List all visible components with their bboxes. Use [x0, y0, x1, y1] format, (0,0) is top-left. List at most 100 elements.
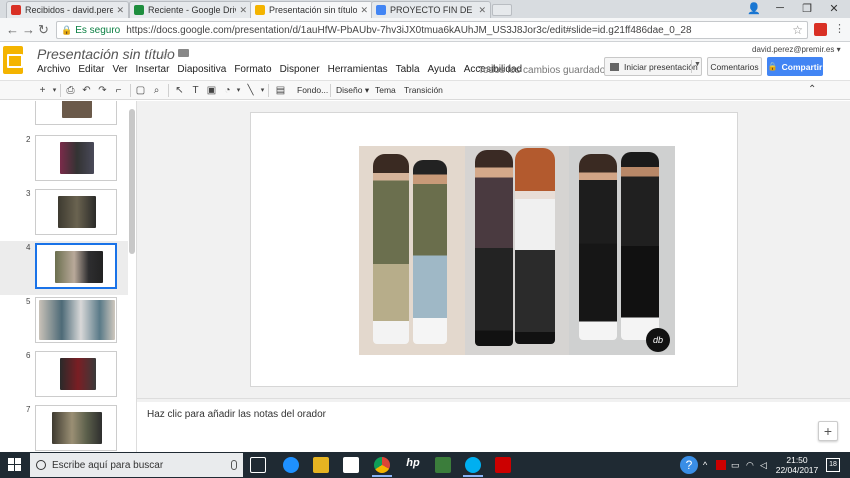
- figure: [373, 154, 409, 344]
- figure: [413, 160, 447, 344]
- figure: [475, 150, 513, 346]
- slide-thumbnail-selected[interactable]: [35, 243, 117, 289]
- menu-archivo[interactable]: Archivo: [33, 64, 74, 75]
- bookmark-star-icon[interactable]: ☆: [792, 23, 803, 37]
- close-icon[interactable]: ✕: [116, 5, 124, 16]
- speaker-notes-placeholder[interactable]: Haz clic para añadir las notas del orado…: [147, 409, 326, 420]
- back-icon[interactable]: ←: [6, 22, 19, 37]
- battery-icon[interactable]: ▭: [731, 460, 740, 471]
- extension-icon[interactable]: [814, 23, 827, 36]
- volume-icon[interactable]: ◁: [760, 460, 767, 471]
- present-label: Iniciar presentación: [624, 61, 698, 72]
- slide-filmstrip[interactable]: 2 3 4 5 6 7: [0, 101, 137, 452]
- menu-ver[interactable]: Ver: [108, 64, 131, 75]
- layout-button[interactable]: Diseño ▾: [336, 85, 369, 96]
- brand-logo-badge: db: [646, 328, 670, 352]
- reload-icon[interactable]: ↻: [38, 22, 49, 38]
- select-cursor-icon[interactable]: ↖: [173, 84, 186, 97]
- restore-icon[interactable]: ❐: [797, 2, 817, 15]
- profile-icon[interactable]: 👤: [744, 2, 764, 15]
- slide-canvas[interactable]: db: [250, 112, 738, 387]
- tab-slides[interactable]: Presentación sin título - ✕: [250, 1, 373, 18]
- tab-docs[interactable]: PROYECTO FIN DE CICLO ✕: [371, 1, 491, 18]
- menu-disponer[interactable]: Disponer: [276, 64, 324, 75]
- menu-insertar[interactable]: Insertar: [132, 64, 174, 75]
- menu-diapositiva[interactable]: Diapositiva: [173, 64, 230, 75]
- chrome-icon[interactable]: [374, 457, 390, 473]
- slide-thumbnail[interactable]: [35, 101, 117, 125]
- menu-kebab-icon[interactable]: ⋮: [834, 22, 845, 35]
- help-icon[interactable]: ?: [680, 456, 698, 474]
- taskbar-search-input[interactable]: Escribe aquí para buscar: [30, 453, 243, 477]
- menu-herramientas[interactable]: Herramientas: [324, 64, 392, 75]
- edge-browser-icon[interactable]: [283, 457, 299, 473]
- chevron-up-icon[interactable]: ^: [703, 460, 707, 470]
- print-icon[interactable]: ⎙: [64, 84, 77, 97]
- hp-icon[interactable]: hp: [405, 457, 421, 473]
- close-icon[interactable]: ✕: [360, 5, 368, 16]
- slide-thumbnail[interactable]: [35, 189, 117, 235]
- explore-button[interactable]: +: [818, 421, 838, 441]
- menu-ayuda[interactable]: Ayuda: [424, 64, 460, 75]
- folder-icon[interactable]: [178, 49, 189, 57]
- zoom-icon[interactable]: ⌕: [150, 84, 163, 97]
- menu-formato[interactable]: Formato: [230, 64, 275, 75]
- share-button[interactable]: 🔒 Compartir: [767, 57, 823, 76]
- url-input[interactable]: 🔒 Es seguro https://docs.google.com/pres…: [56, 21, 808, 39]
- close-icon[interactable]: ✕: [478, 5, 486, 16]
- notification-center-icon[interactable]: 18: [826, 458, 840, 472]
- collapse-icon[interactable]: ⌃: [808, 84, 816, 95]
- new-tab-button[interactable]: [492, 4, 512, 16]
- acrobat-icon[interactable]: [495, 457, 511, 473]
- photo-panel: [465, 146, 569, 355]
- tray-app-icon[interactable]: [716, 460, 726, 470]
- filmstrip-scrollbar[interactable]: [129, 109, 135, 254]
- paint-format-icon[interactable]: ⌐: [112, 84, 125, 97]
- slide-thumbnail[interactable]: [35, 351, 117, 397]
- comment-icon[interactable]: ▤: [274, 84, 287, 97]
- figure: [621, 152, 659, 340]
- clock-date: 22/04/2017: [775, 465, 819, 475]
- redo-icon[interactable]: ↷: [96, 84, 109, 97]
- file-explorer-icon[interactable]: [313, 457, 329, 473]
- slide-thumbnail[interactable]: [35, 135, 117, 181]
- tab-gmail[interactable]: Recibidos - david.perez@ ✕: [6, 1, 129, 18]
- address-bar: ← → ↻ 🔒 Es seguro https://docs.google.co…: [0, 18, 850, 42]
- skype-icon[interactable]: [465, 457, 481, 473]
- speaker-notes-panel[interactable]: Haz clic para añadir las notas del orado…: [137, 402, 850, 452]
- close-window-icon[interactable]: ✕: [824, 2, 844, 15]
- active-indicator: [372, 475, 392, 477]
- slide-photo[interactable]: db: [359, 146, 675, 355]
- slide-thumbnail[interactable]: [35, 405, 117, 451]
- windows-start-icon[interactable]: [8, 458, 22, 472]
- microphone-icon[interactable]: [231, 460, 237, 470]
- transition-button[interactable]: Transición: [404, 85, 443, 95]
- image-icon[interactable]: ▣: [205, 84, 218, 97]
- slides-logo-icon[interactable]: [3, 46, 23, 74]
- minimize-icon[interactable]: ─: [770, 2, 790, 14]
- slide-thumbnail[interactable]: [35, 297, 117, 343]
- theme-button[interactable]: Tema: [375, 85, 396, 95]
- menu-tabla[interactable]: Tabla: [392, 64, 424, 75]
- comments-button[interactable]: Comentarios: [707, 57, 762, 76]
- tab-drive[interactable]: Reciente - Google Drive ✕: [129, 1, 252, 18]
- close-icon[interactable]: ✕: [239, 5, 247, 16]
- text-box-icon[interactable]: T: [189, 84, 202, 97]
- wifi-icon[interactable]: ◠: [746, 460, 754, 471]
- chevron-down-icon[interactable]: ▼: [694, 61, 701, 68]
- figure: [579, 154, 617, 340]
- system-clock[interactable]: 21:50 22/04/2017: [775, 455, 819, 475]
- menu-editar[interactable]: Editar: [74, 64, 108, 75]
- task-view-icon[interactable]: [250, 457, 266, 473]
- present-button[interactable]: Iniciar presentación ▼: [604, 57, 702, 76]
- save-status[interactable]: Todos los cambios guardados ...: [478, 65, 621, 76]
- document-title[interactable]: Presentación sin título: [37, 46, 175, 62]
- user-email[interactable]: david.perez@premir.es ▾: [752, 45, 841, 54]
- forward-icon[interactable]: →: [22, 22, 35, 37]
- background-button[interactable]: Fondo...: [297, 85, 328, 95]
- app-icon[interactable]: [435, 457, 451, 473]
- store-icon[interactable]: [343, 457, 359, 473]
- star-icon[interactable]: ☆: [160, 46, 172, 62]
- undo-icon[interactable]: ↶: [80, 84, 93, 97]
- zoom-fit-icon[interactable]: ▢: [134, 84, 147, 97]
